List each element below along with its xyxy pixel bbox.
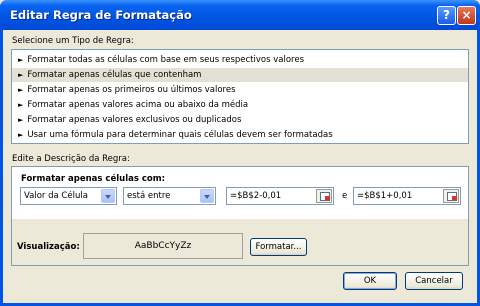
format-preview: AaBbCcYyZz — [83, 233, 243, 259]
bullet-icon: ► — [18, 71, 24, 79]
connector-label: e — [342, 191, 348, 201]
rule-type-item[interactable]: ► Formatar todas as células com base em s… — [12, 53, 468, 67]
range-picker-icon[interactable] — [316, 189, 332, 203]
value1-field[interactable]: =$B$2-0,01 — [226, 187, 334, 205]
rule-type-item-selected[interactable]: ► Formatar apenas células que contenham — [12, 68, 468, 82]
dialog-body: Selecione um Tipo de Regra: ► Formatar to… — [3, 30, 477, 303]
bullet-icon: ► — [18, 86, 24, 94]
description-label: Edite a Descrição da Regra: — [12, 154, 130, 164]
format-button[interactable]: Formatar... — [250, 238, 307, 256]
rule-type-item[interactable]: ► Formatar apenas os primeiros ou últimos… — [12, 83, 468, 97]
condition-type-select[interactable]: Valor da Célula — [20, 187, 117, 205]
range-picker-icon[interactable] — [443, 189, 459, 203]
bullet-icon: ► — [18, 116, 24, 124]
operator-select[interactable]: está entre — [123, 187, 216, 205]
condition-heading: Formatar apenas células com: — [21, 174, 165, 184]
title-bar: Editar Regra de Formatação ? × — [0, 0, 480, 30]
rule-type-list[interactable]: ► Formatar todas as células com base em s… — [11, 49, 469, 144]
close-button[interactable]: × — [457, 6, 476, 25]
bullet-icon: ► — [18, 101, 24, 109]
bullet-icon: ► — [18, 131, 24, 139]
cancel-button[interactable]: Cancelar — [405, 272, 463, 290]
bullet-icon: ► — [18, 56, 24, 64]
rule-type-item[interactable]: ► Formatar apenas valores exclusivos ou d… — [12, 113, 468, 127]
dialog-title: Editar Regra de Formatação — [10, 8, 192, 22]
help-button[interactable]: ? — [437, 6, 456, 25]
rule-type-item[interactable]: ► Usar uma fórmula para determinar quais … — [12, 128, 468, 142]
rule-type-item[interactable]: ► Formatar apenas valores acima ou abaixo… — [12, 98, 468, 112]
chevron-down-icon[interactable] — [200, 189, 214, 203]
chevron-down-icon[interactable] — [101, 189, 115, 203]
dialog-window: Editar Regra de Formatação ? × Selecione… — [0, 0, 480, 306]
preview-label: Visualização: — [17, 242, 80, 252]
rule-type-label: Selecione um Tipo de Regra: — [12, 36, 134, 46]
ok-button[interactable]: OK — [343, 272, 397, 290]
value2-field[interactable]: =$B$1+0,01 — [353, 187, 461, 205]
